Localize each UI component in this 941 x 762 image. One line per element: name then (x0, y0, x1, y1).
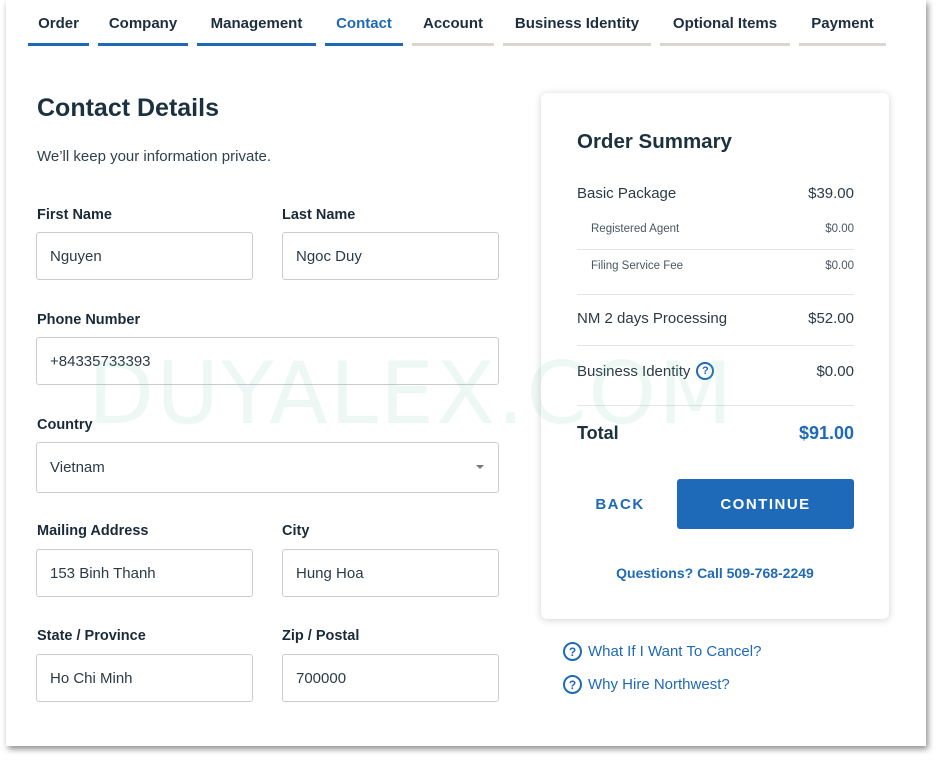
tab-payment[interactable]: Payment (799, 0, 886, 46)
page-subtitle: We’ll keep your information private. (37, 148, 271, 165)
continue-button[interactable]: CONTINUE (677, 479, 854, 529)
summary-row-filing: Filing Service Fee $0.00 (577, 260, 854, 272)
chevron-down-icon (476, 465, 484, 469)
zip-label: Zip / Postal (282, 628, 360, 644)
summary-row-total: Total $91.00 (577, 423, 854, 444)
state-field[interactable]: Ho Chi Minh (36, 654, 253, 702)
divider (577, 249, 854, 250)
tab-order[interactable]: Order (28, 0, 89, 46)
summary-row-agent: Registered Agent $0.00 (577, 223, 854, 235)
order-summary-card: Order Summary Basic Package $39.00 Regis… (541, 93, 889, 619)
summary-label: Business Identity (577, 362, 691, 380)
total-label: Total (577, 423, 619, 443)
tab-optional-items[interactable]: Optional Items (660, 0, 790, 46)
last-name-label: Last Name (282, 207, 356, 223)
summary-label: Registered Agent (591, 223, 680, 235)
address-field[interactable]: 153 Binh Thanh (36, 549, 253, 597)
summary-row-identity: Business Identity ? $0.00 (577, 362, 854, 380)
country-label: Country (37, 417, 93, 433)
summary-label-group: Business Identity ? (577, 362, 715, 380)
phone-label: Phone Number (37, 312, 141, 328)
divider (577, 405, 854, 406)
tab-contact[interactable]: Contact (325, 0, 403, 46)
first-name-label: First Name (37, 207, 112, 223)
summary-label: Basic Package (577, 185, 677, 202)
state-label: State / Province (37, 628, 146, 644)
summary-row-basic: Basic Package $39.00 (577, 185, 854, 202)
tab-management[interactable]: Management (197, 0, 316, 46)
divider (577, 345, 854, 346)
questions-phone-link[interactable]: Questions? Call 509-768-2249 (541, 565, 889, 581)
summary-amount: $39.00 (808, 185, 854, 202)
summary-amount: $52.00 (808, 310, 854, 327)
country-select[interactable]: Vietnam (36, 442, 499, 493)
address-label: Mailing Address (37, 523, 149, 539)
summary-amount: $0.00 (825, 260, 854, 272)
city-field[interactable]: Hung Hoa (282, 549, 499, 597)
tab-business-identity[interactable]: Business Identity (503, 0, 651, 46)
why-hire-link[interactable]: ? Why Hire Northwest? (563, 675, 730, 694)
help-icon[interactable]: ? (696, 362, 715, 380)
total-amount: $91.00 (798, 423, 854, 443)
summary-label: NM 2 days Processing (577, 310, 728, 327)
divider (577, 294, 854, 295)
city-label: City (282, 523, 310, 539)
summary-title: Order Summary (577, 130, 732, 153)
help-icon: ? (563, 642, 582, 661)
help-icon: ? (563, 675, 582, 694)
last-name-field[interactable]: Ngoc Duy (282, 232, 499, 280)
summary-amount: $0.00 (816, 362, 854, 380)
tab-company[interactable]: Company (98, 0, 188, 46)
first-name-field[interactable]: Nguyen (36, 232, 253, 280)
tab-account[interactable]: Account (412, 0, 494, 46)
cancel-help-link[interactable]: ? What If I Want To Cancel? (563, 642, 761, 661)
cancel-help-text: What If I Want To Cancel? (588, 643, 762, 660)
back-button[interactable]: BACK (577, 479, 663, 529)
summary-row-processing: NM 2 days Processing $52.00 (577, 310, 854, 327)
summary-amount: $0.00 (825, 223, 854, 235)
why-hire-text: Why Hire Northwest? (588, 676, 730, 693)
phone-field[interactable]: +84335733393 (36, 337, 499, 385)
zip-field[interactable]: 700000 (282, 654, 499, 702)
summary-label: Filing Service Fee (591, 260, 684, 272)
page-title: Contact Details (37, 94, 219, 122)
